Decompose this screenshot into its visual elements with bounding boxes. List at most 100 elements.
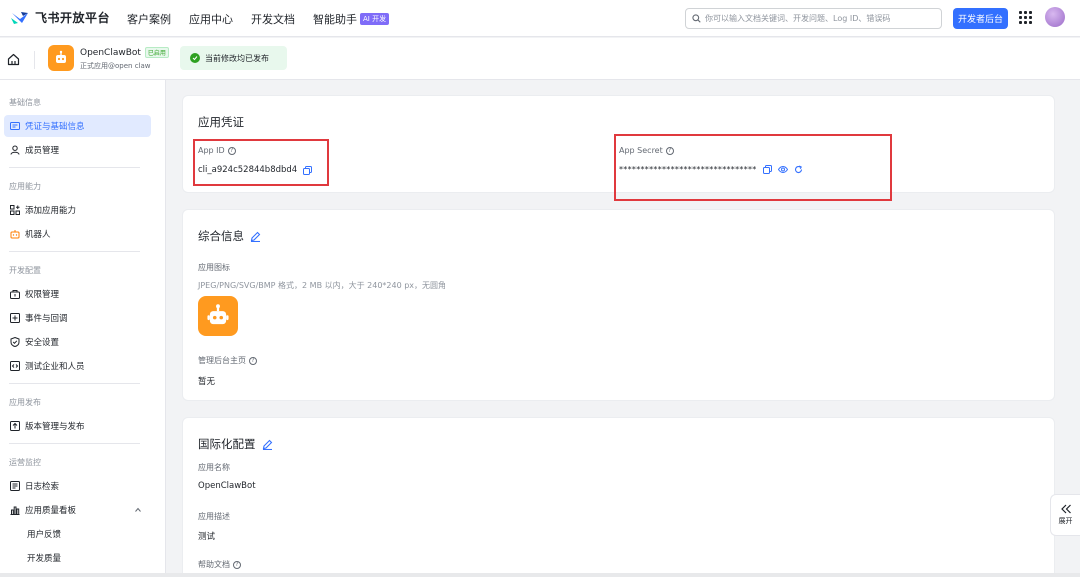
horizontal-scrollbar[interactable] bbox=[0, 573, 1080, 577]
search-icon bbox=[692, 14, 701, 23]
code-icon bbox=[10, 361, 20, 371]
highlight-box-app-id bbox=[193, 139, 329, 186]
sidebar-group-release: 应用发布 bbox=[9, 398, 41, 407]
grid-add-icon bbox=[10, 205, 20, 215]
id-card-icon bbox=[10, 122, 20, 130]
shield-icon bbox=[10, 337, 20, 347]
sidebar-divider bbox=[9, 383, 140, 384]
search-input[interactable] bbox=[705, 14, 930, 23]
publish-status: 当前修改均已发布 bbox=[180, 46, 287, 70]
top-navbar: 飞书开放平台 客户案例 应用中心 开发文档 智能助手 AI 开发 开发者后台 bbox=[0, 0, 1080, 37]
main-nav: 客户案例 应用中心 开发文档 智能助手 AI 开发 bbox=[127, 11, 390, 27]
feishu-logo-icon bbox=[11, 11, 28, 24]
sidebar-item-add-capability[interactable]: 添加应用能力 bbox=[4, 199, 151, 221]
admin-home-label: 管理后台主页 ? bbox=[198, 355, 257, 366]
sidebar-item-permissions[interactable]: 权限管理 bbox=[4, 283, 151, 305]
app-robot-icon[interactable] bbox=[198, 296, 238, 336]
nav-assistant[interactable]: 智能助手 AI 开发 bbox=[313, 11, 390, 27]
app-subtitle: 正式应用@open claw bbox=[80, 62, 151, 70]
sidebar-item-logs[interactable]: 日志检索 bbox=[4, 475, 151, 497]
sidebar: 基础信息 凭证与基础信息 成员管理 应用能力 添加应用能力 机器人 开发配置 权… bbox=[0, 80, 166, 577]
sidebar-item-versions[interactable]: 版本管理与发布 bbox=[4, 415, 151, 437]
app-robot-icon bbox=[48, 45, 74, 71]
sidebar-item-label: 凭证与基础信息 bbox=[25, 122, 85, 132]
status-badge: 已启用 bbox=[144, 47, 169, 58]
log-icon bbox=[10, 481, 20, 491]
sidebar-item-robot[interactable]: 机器人 bbox=[4, 223, 151, 245]
header-divider bbox=[34, 51, 35, 69]
sidebar-divider bbox=[9, 251, 140, 252]
search-box[interactable] bbox=[685, 8, 942, 29]
admin-home-value: 暂无 bbox=[198, 377, 216, 387]
user-avatar[interactable] bbox=[1045, 7, 1065, 27]
credentials-card: 应用凭证 App ID ? cli_a924c52844b8dbd4 App S… bbox=[182, 95, 1055, 201]
credentials-title: 应用凭证 bbox=[198, 115, 244, 129]
app-name-value: OpenClawBot bbox=[198, 481, 256, 491]
edit-icon[interactable] bbox=[262, 439, 273, 450]
ai-badge: AI 开发 bbox=[360, 13, 390, 25]
sidebar-item-test-users[interactable]: 测试企业和人员 bbox=[4, 355, 151, 377]
developer-console-button[interactable]: 开发者后台 bbox=[953, 8, 1008, 29]
sidebar-item-label: 事件与回调 bbox=[25, 314, 68, 324]
app-icon-hint: JPEG/PNG/SVG/BMP 格式，2 MB 以内，大于 240*240 p… bbox=[198, 281, 447, 290]
i18n-card: 国际化配置 应用名称 OpenClawBot 应用描述 测试 帮助文档 ? bbox=[182, 417, 1055, 577]
upload-icon bbox=[10, 421, 20, 431]
sidebar-item-events[interactable]: 事件与回调 bbox=[4, 307, 151, 329]
sidebar-item-label: 日志检索 bbox=[25, 482, 60, 492]
sidebar-item-credentials[interactable]: 凭证与基础信息 bbox=[4, 115, 151, 137]
app-desc-label: 应用描述 bbox=[198, 512, 230, 521]
highlight-box-app-secret bbox=[614, 134, 892, 201]
logo-text: 飞书开放平台 bbox=[35, 11, 111, 25]
sidebar-item-members[interactable]: 成员管理 bbox=[4, 139, 151, 161]
sidebar-item-user-feedback[interactable]: 用户反馈 bbox=[4, 523, 151, 545]
robot-icon bbox=[10, 230, 20, 239]
nav-assistant-label: 智能助手 bbox=[313, 13, 357, 26]
sidebar-item-label: 权限管理 bbox=[25, 290, 60, 300]
expand-label: 展开 bbox=[1058, 517, 1073, 525]
general-info-card: 综合信息 应用图标 JPEG/PNG/SVG/BMP 格式，2 MB 以内，大于… bbox=[182, 209, 1055, 401]
sidebar-item-quality-board[interactable]: 应用质量看板 bbox=[4, 499, 151, 521]
sidebar-item-label: 成员管理 bbox=[25, 146, 60, 156]
i18n-title: 国际化配置 bbox=[198, 436, 273, 452]
nav-docs[interactable]: 开发文档 bbox=[251, 11, 295, 27]
app-icon-label: 应用图标 bbox=[198, 263, 230, 272]
sidebar-group-monitoring: 运营监控 bbox=[9, 458, 41, 467]
expand-panel-button[interactable]: 展开 bbox=[1050, 494, 1080, 536]
nav-app-center[interactable]: 应用中心 bbox=[189, 11, 233, 27]
help-icon[interactable]: ? bbox=[233, 560, 241, 569]
event-icon bbox=[10, 313, 20, 323]
sidebar-item-label: 版本管理与发布 bbox=[25, 422, 85, 432]
sidebar-item-security[interactable]: 安全设置 bbox=[4, 331, 151, 353]
feishu-logo[interactable]: 飞书开放平台 bbox=[10, 9, 110, 26]
help-doc-label-text: 帮助文档 bbox=[198, 560, 230, 569]
double-chevron-left-icon bbox=[1060, 504, 1071, 514]
nav-cases[interactable]: 客户案例 bbox=[127, 11, 171, 27]
sidebar-item-label: 测试企业和人员 bbox=[25, 362, 85, 372]
sidebar-item-label: 安全设置 bbox=[25, 338, 60, 348]
app-name-label: 应用名称 bbox=[198, 463, 230, 472]
app-header: OpenClawBot 已启用 正式应用@open claw 当前修改均已发布 bbox=[0, 38, 1080, 80]
chevron-up-icon[interactable] bbox=[135, 507, 141, 513]
general-info-title: 综合信息 bbox=[198, 228, 261, 244]
app-desc-value: 测试 bbox=[198, 532, 216, 542]
sidebar-item-label: 添加应用能力 bbox=[25, 206, 77, 216]
key-icon bbox=[10, 290, 20, 299]
i18n-title-text: 国际化配置 bbox=[198, 437, 256, 451]
sidebar-item-label: 机器人 bbox=[25, 230, 51, 240]
sidebar-group-dev-config: 开发配置 bbox=[9, 266, 41, 275]
edit-icon[interactable] bbox=[250, 231, 261, 242]
publish-status-text: 当前修改均已发布 bbox=[205, 53, 269, 63]
help-icon[interactable]: ? bbox=[249, 356, 257, 365]
user-icon bbox=[10, 145, 20, 155]
sidebar-item-dev-quality[interactable]: 开发质量 bbox=[4, 547, 151, 569]
sidebar-item-label: 应用质量看板 bbox=[25, 506, 77, 516]
sidebar-group-capability: 应用能力 bbox=[9, 182, 41, 191]
chart-icon bbox=[10, 506, 20, 515]
home-icon[interactable] bbox=[7, 53, 20, 66]
sidebar-divider bbox=[9, 443, 140, 444]
app-name: OpenClawBot 已启用 bbox=[80, 47, 169, 58]
app-name-text: OpenClawBot bbox=[80, 47, 141, 58]
sidebar-divider bbox=[9, 167, 140, 168]
apps-grid-icon[interactable] bbox=[1019, 11, 1032, 24]
check-circle-icon bbox=[190, 53, 200, 63]
